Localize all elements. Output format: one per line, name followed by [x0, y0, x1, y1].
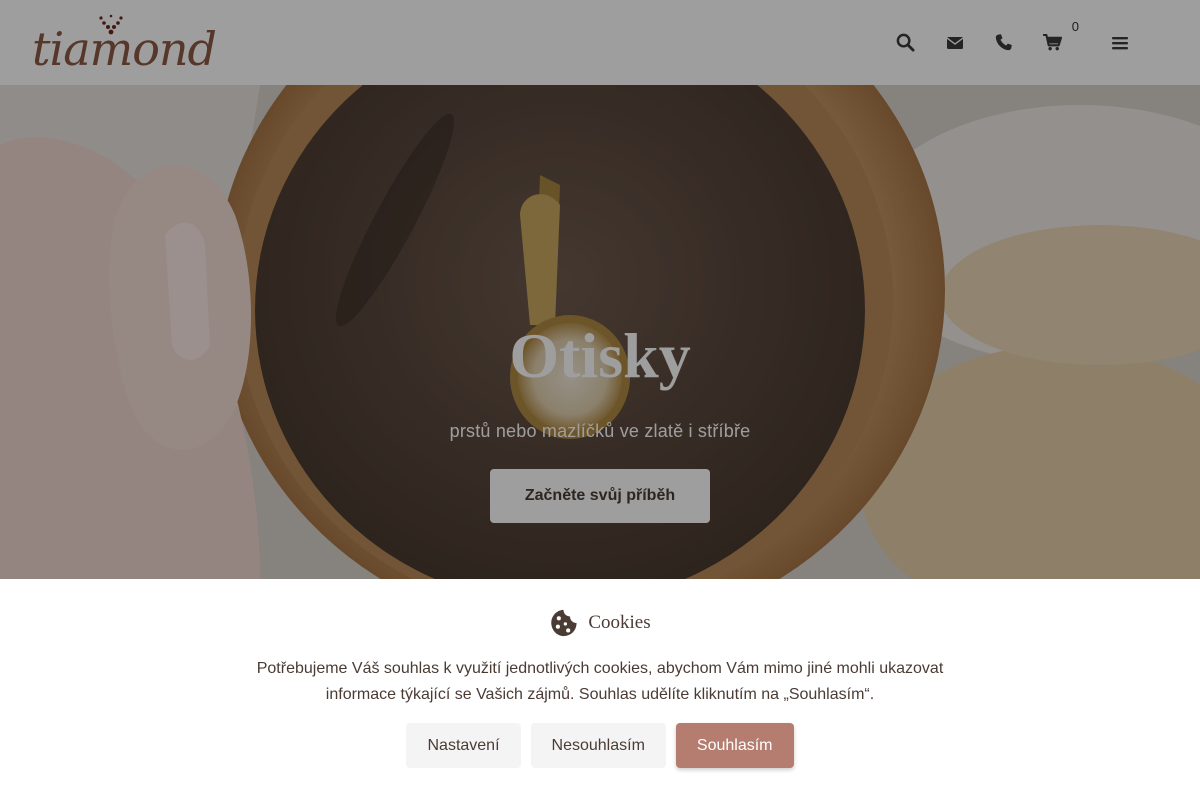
modal-backdrop[interactable]	[0, 0, 1200, 579]
cookie-description: Potřebujeme Váš souhlas k využití jednot…	[256, 660, 944, 703]
cookie-accept-button[interactable]: Souhlasím	[675, 723, 794, 768]
cookie-settings-button[interactable]: Nastavení	[406, 723, 521, 768]
cookie-header: Cookies	[0, 609, 1200, 637]
cookie-title: Cookies	[588, 612, 651, 633]
cookie-consent-bar: Cookies Potřebujeme Váš souhlas k využit…	[0, 579, 1200, 800]
cookie-decline-button[interactable]: Nesouhlasím	[530, 723, 666, 768]
cookie-icon	[551, 609, 577, 637]
cookie-actions: Nastavení Nesouhlasím Souhlasím	[0, 723, 1200, 768]
